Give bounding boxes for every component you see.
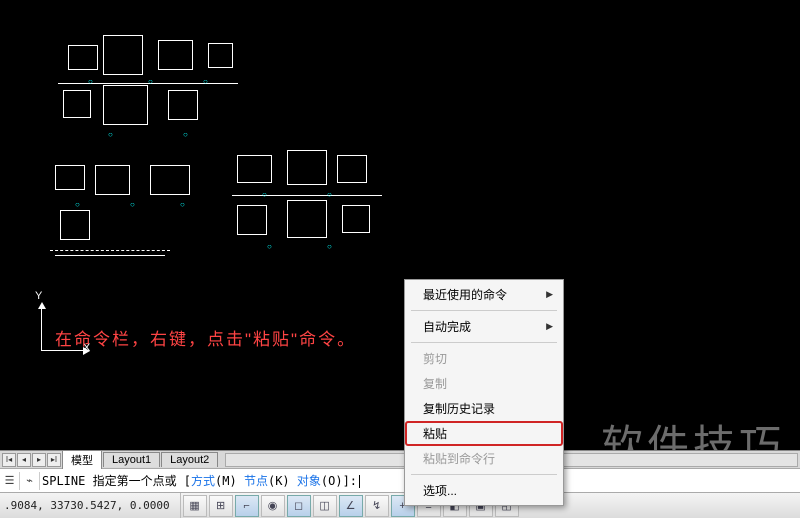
menu-label: 自动完成 — [423, 318, 471, 335]
tab-nav-first[interactable]: I◂ — [2, 453, 16, 467]
menu-item-paste[interactable]: 粘贴 — [405, 421, 563, 446]
menu-label: 复制 — [423, 375, 447, 392]
tab-nav-next[interactable]: ▸ — [32, 453, 46, 467]
tab-model[interactable]: 模型 — [62, 450, 102, 469]
menu-separator — [411, 310, 557, 311]
tab-layout2[interactable]: Layout2 — [161, 452, 218, 467]
menu-item-copy[interactable]: 复制 — [405, 371, 563, 396]
status-polar-button[interactable]: ◉ — [261, 495, 285, 517]
status-snap-grid-button[interactable]: ▦ — [183, 495, 207, 517]
instruction-annotation: 在命令栏，右键，点击"粘贴"命令。 — [55, 325, 356, 350]
menu-label: 复制历史记录 — [423, 400, 495, 417]
menu-item-options[interactable]: 选项... — [405, 478, 563, 503]
command-input-icon: ⌁ — [22, 472, 40, 490]
tab-nav-last[interactable]: ▸I — [47, 453, 61, 467]
ucs-y-label: Y — [35, 290, 42, 302]
menu-separator — [411, 342, 557, 343]
status-osnap-button[interactable]: ◻ — [287, 495, 311, 517]
status-grid-display-button[interactable]: ⊞ — [209, 495, 233, 517]
menu-label: 粘贴 — [423, 425, 447, 442]
chevron-right-icon: ▶ — [546, 289, 553, 300]
drawing-canvas[interactable]: ○ ○ ○ ○ ○ ○ ○ ○ ○ ○ ○ ○ Y X 在命 — [0, 0, 800, 450]
menu-item-auto-complete[interactable]: 自动完成 ▶ — [405, 314, 563, 339]
bottom-region: I◂ ◂ ▸ ▸I 模型 Layout1 Layout2 ☰ ⌁ SPLINE … — [0, 450, 800, 518]
menu-separator — [411, 474, 557, 475]
menu-item-copy-history[interactable]: 复制历史记录 — [405, 396, 563, 421]
tab-nav-prev[interactable]: ◂ — [17, 453, 31, 467]
menu-item-paste-to-commandline[interactable]: 粘贴到命令行 — [405, 446, 563, 471]
menu-label: 粘贴到命令行 — [423, 450, 495, 467]
menu-label: 剪切 — [423, 350, 447, 367]
menu-label: 最近使用的命令 — [423, 286, 507, 303]
coordinates-readout[interactable]: .9084, 33730.5427, 0.0000 — [0, 493, 181, 518]
status-3dosnap-button[interactable]: ◫ — [313, 495, 337, 517]
status-bar: .9084, 33730.5427, 0.0000 ▦ ⊞ ⌐ ◉ ◻ ◫ ∠ … — [0, 492, 800, 518]
chevron-right-icon: ▶ — [546, 321, 553, 332]
drawing-cluster: ○ ○ ○ — [50, 160, 230, 280]
layout-tab-strip: I◂ ◂ ▸ ▸I 模型 Layout1 Layout2 — [0, 450, 800, 468]
status-otrack-button[interactable]: ∠ — [339, 495, 363, 517]
context-menu: 最近使用的命令 ▶ 自动完成 ▶ 剪切 复制 复制历史记录 粘贴 粘贴到命令行 … — [404, 279, 564, 506]
drawing-cluster: ○ ○ ○ ○ — [232, 150, 402, 270]
menu-item-cut[interactable]: 剪切 — [405, 346, 563, 371]
menu-item-recent-commands[interactable]: 最近使用的命令 ▶ — [405, 282, 563, 307]
status-ducs-button[interactable]: ↯ — [365, 495, 389, 517]
tab-layout1[interactable]: Layout1 — [103, 452, 160, 467]
status-ortho-button[interactable]: ⌐ — [235, 495, 259, 517]
command-history-icon[interactable]: ☰ — [2, 472, 20, 490]
drawing-cluster: ○ ○ ○ ○ ○ — [58, 35, 258, 145]
menu-label: 选项... — [423, 482, 457, 499]
command-line[interactable]: ☰ ⌁ SPLINE 指定第一个点或 [方式(M) 节点(K) 对象(O)]: — [0, 468, 800, 492]
